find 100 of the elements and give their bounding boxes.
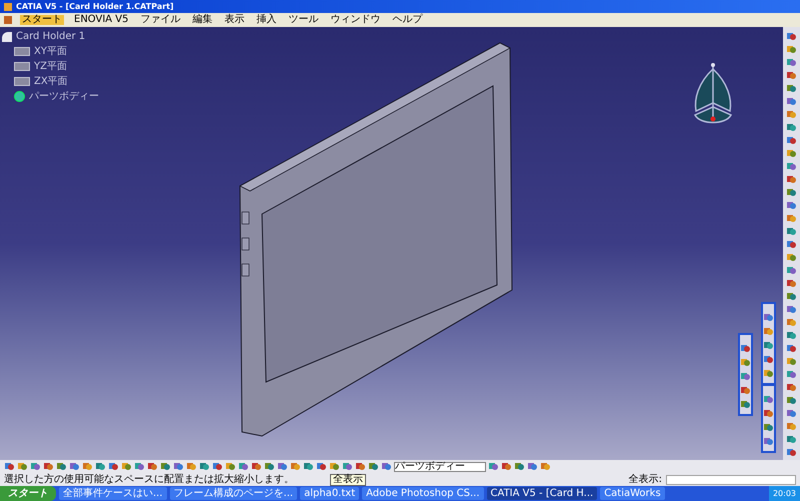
tool-icon[interactable] [69, 461, 80, 472]
tool-icon[interactable] [329, 461, 340, 472]
tool-icon[interactable] [786, 226, 797, 237]
tool-icon[interactable] [186, 461, 197, 472]
tool-icon[interactable] [786, 96, 797, 107]
tool-icon[interactable] [763, 312, 774, 323]
tool-icon[interactable] [212, 461, 223, 472]
menu-item[interactable]: ヘルプ [390, 15, 425, 25]
tool-icon[interactable] [160, 461, 171, 472]
menu-item[interactable]: ファイル [138, 15, 183, 25]
tool-icon[interactable] [264, 461, 275, 472]
tool-icon[interactable] [786, 447, 797, 458]
tool-icon[interactable] [786, 330, 797, 341]
taskbar-button[interactable]: 全部事件ケースはい... [59, 487, 167, 500]
tool-icon[interactable] [368, 461, 379, 472]
tool-icon[interactable] [121, 461, 132, 472]
tree-root[interactable]: Card Holder 1 [16, 29, 86, 44]
body-select[interactable]: パーツボディー [394, 462, 486, 472]
tool-icon[interactable] [381, 461, 392, 472]
tool-icon[interactable] [238, 461, 249, 472]
tool-icon[interactable] [763, 422, 774, 433]
tool-icon[interactable] [786, 70, 797, 81]
menu-item[interactable]: ENOVIA V5 [72, 15, 131, 25]
tool-icon[interactable] [108, 461, 119, 472]
menu-item[interactable]: 編集 [190, 15, 215, 25]
tool-icon[interactable] [355, 461, 366, 472]
tool-icon[interactable] [95, 461, 106, 472]
tool-icon[interactable] [786, 57, 797, 68]
taskbar-button[interactable]: CATIA V5 - [Card H... [486, 487, 598, 500]
taskbar-button[interactable]: Adobe Photoshop CS... [362, 487, 484, 500]
tool-icon[interactable] [786, 31, 797, 42]
tool-icon[interactable] [527, 461, 538, 472]
taskbar-button[interactable]: CatiaWorks [600, 487, 665, 500]
tool-icon[interactable] [786, 369, 797, 380]
tree-item[interactable]: ZX平面 [34, 74, 68, 89]
taskbar-button[interactable]: alpha0.txt [300, 487, 360, 500]
tool-icon[interactable] [277, 461, 288, 472]
tool-icon[interactable] [740, 385, 751, 396]
tree-item[interactable]: XY平面 [34, 44, 67, 59]
tool-icon[interactable] [316, 461, 327, 472]
tool-icon[interactable] [786, 291, 797, 302]
tool-icon[interactable] [514, 461, 525, 472]
tool-icon[interactable] [763, 368, 774, 379]
tool-icon[interactable] [786, 109, 797, 120]
tool-icon[interactable] [786, 122, 797, 133]
tool-icon[interactable] [342, 461, 353, 472]
tool-icon[interactable] [540, 461, 551, 472]
tool-icon[interactable] [225, 461, 236, 472]
tool-icon[interactable] [786, 200, 797, 211]
taskbar-button[interactable]: フレーム構成のページを... [170, 487, 298, 500]
tool-icon[interactable] [786, 148, 797, 159]
tool-icon[interactable] [786, 187, 797, 198]
tool-icon[interactable] [786, 317, 797, 328]
tool-icon[interactable] [786, 304, 797, 315]
menu-item[interactable]: スタート [20, 15, 64, 25]
tool-icon[interactable] [251, 461, 262, 472]
tool-icon[interactable] [199, 461, 210, 472]
tool-icon[interactable] [763, 340, 774, 351]
tool-icon[interactable] [763, 408, 774, 419]
menu-item[interactable]: 表示 [222, 15, 247, 25]
tool-icon[interactable] [786, 252, 797, 263]
tool-icon[interactable] [786, 44, 797, 55]
tool-icon[interactable] [786, 213, 797, 224]
tool-icon[interactable] [740, 343, 751, 354]
command-field[interactable] [666, 474, 796, 484]
tool-icon[interactable] [786, 278, 797, 289]
menu-item[interactable]: ウィンドウ [328, 15, 383, 25]
tool-icon[interactable] [786, 239, 797, 250]
tool-icon[interactable] [43, 461, 54, 472]
menu-item[interactable]: ツール [286, 15, 321, 25]
tool-icon[interactable] [786, 395, 797, 406]
tool-icon[interactable] [786, 161, 797, 172]
tool-icon[interactable] [303, 461, 314, 472]
tool-icon[interactable] [501, 461, 512, 472]
tool-icon[interactable] [82, 461, 93, 472]
tool-icon[interactable] [4, 461, 15, 472]
tool-icon[interactable] [147, 461, 158, 472]
tool-icon[interactable] [763, 354, 774, 365]
tree-item[interactable]: YZ平面 [34, 59, 67, 74]
tool-icon[interactable] [740, 399, 751, 410]
tool-icon[interactable] [786, 174, 797, 185]
tool-icon[interactable] [763, 326, 774, 337]
tool-icon[interactable] [17, 461, 28, 472]
tool-icon[interactable] [30, 461, 41, 472]
tool-icon[interactable] [488, 461, 499, 472]
tool-icon[interactable] [763, 436, 774, 447]
menu-item[interactable]: 挿入 [254, 15, 279, 25]
tool-icon[interactable] [786, 83, 797, 94]
tool-icon[interactable] [786, 356, 797, 367]
tool-icon[interactable] [786, 408, 797, 419]
tool-icon[interactable] [786, 135, 797, 146]
tool-icon[interactable] [173, 461, 184, 472]
tree-item[interactable]: パーツボディー [29, 89, 99, 104]
tool-icon[interactable] [740, 357, 751, 368]
tool-icon[interactable] [786, 382, 797, 393]
start-button[interactable]: スタート [0, 486, 56, 501]
tool-icon[interactable] [740, 371, 751, 382]
tool-icon[interactable] [56, 461, 67, 472]
tool-icon[interactable] [786, 434, 797, 445]
tool-icon[interactable] [763, 394, 774, 405]
